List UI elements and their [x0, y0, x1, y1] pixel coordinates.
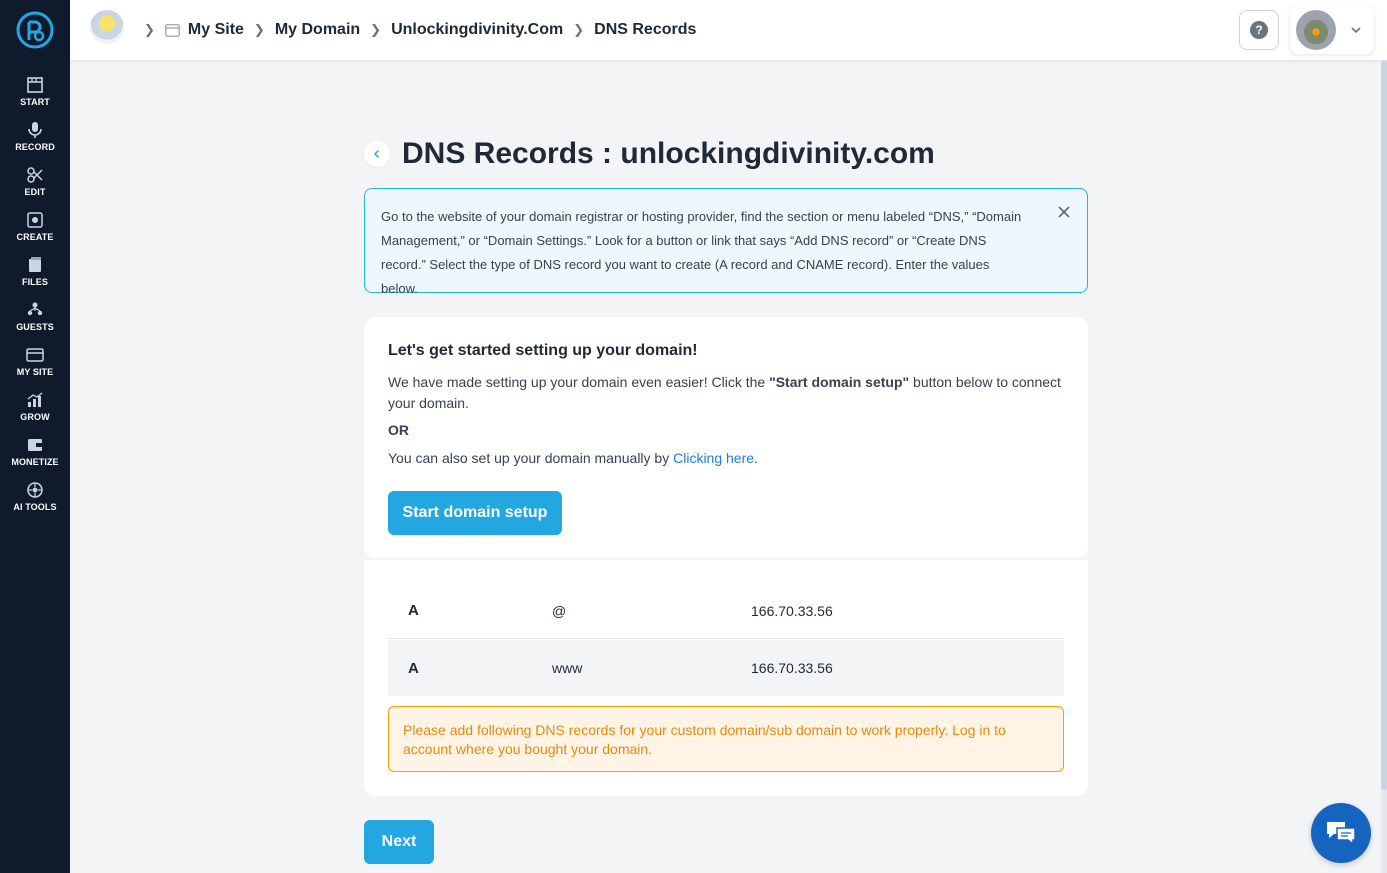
chevron-right-icon: ❯: [573, 22, 585, 37]
back-button[interactable]: [364, 141, 390, 167]
help-button[interactable]: ?: [1239, 10, 1279, 50]
manual-end: .: [754, 450, 758, 466]
table-row: A @ 166.70.33.56: [388, 583, 1064, 639]
chevron-right-icon: ❯: [144, 22, 155, 37]
table-row: A www 166.70.33.56: [388, 640, 1064, 696]
sidebar-item-guests[interactable]: GUESTS: [0, 301, 70, 341]
sidebar-item-my-site[interactable]: MY SITE: [0, 346, 70, 386]
sidebar-item-label: FILES: [21, 277, 48, 287]
or-label: OR: [388, 422, 409, 438]
sidebar-item-label: EDIT: [24, 187, 46, 197]
sidebar-item-monetize[interactable]: MONETIZE: [0, 436, 70, 476]
start-icon: [27, 77, 43, 93]
help-icon: ?: [1250, 21, 1268, 39]
profile-menu[interactable]: [1290, 6, 1374, 54]
close-icon[interactable]: [1055, 203, 1073, 221]
info-text: Go to the website of your domain registr…: [381, 209, 1022, 296]
manual-setup-text: You can also set up your domain manually…: [388, 450, 1064, 466]
start-domain-setup-button[interactable]: Start domain setup: [388, 491, 562, 535]
app-logo-icon[interactable]: [15, 10, 55, 50]
chat-button[interactable]: [1311, 803, 1371, 863]
sidebar-item-ai-tools[interactable]: AI TOOLS: [0, 481, 70, 521]
sidebar-item-label: AI TOOLS: [13, 502, 57, 512]
record-host: @: [552, 602, 567, 619]
files-icon: [29, 257, 41, 272]
sidebar-item-label: RECORD: [15, 142, 55, 152]
chat-icon: [1327, 822, 1356, 846]
manual-text: You can also set up your domain manually…: [388, 450, 674, 466]
domain-setup-card: Let's get started setting up your domain…: [364, 317, 1088, 558]
setup-text-bold: "Start domain setup": [769, 374, 910, 390]
setup-text-before: We have made setting up your domain even…: [388, 374, 770, 390]
clicking-here-link[interactable]: Clicking here: [673, 450, 754, 466]
breadcrumb: ❯ My Site ❯ My Domain ❯ Unlockingdivinit…: [134, 18, 696, 42]
site-logo[interactable]: [90, 10, 124, 44]
setup-title: Let's get started setting up your domain…: [388, 342, 698, 359]
grow-icon: [27, 392, 43, 407]
edit-icon: [27, 167, 43, 183]
chevron-right-icon: ❯: [253, 22, 265, 37]
sidebar: START RECORD EDIT CREATE FILES GUESTS MY…: [0, 0, 70, 873]
record-host: www: [552, 660, 583, 676]
create-icon: [27, 212, 43, 228]
page-header: DNS Records : unlockingdivinity.com: [364, 136, 935, 172]
sidebar-item-grow[interactable]: GROW: [0, 391, 70, 431]
breadcrumb-my-domain[interactable]: My Domain: [275, 21, 360, 39]
chevron-left-icon: [373, 149, 380, 159]
breadcrumb-dns-records: DNS Records: [594, 21, 697, 38]
breadcrumb-domain[interactable]: Unlockingdivinity.Com: [391, 21, 563, 39]
next-button[interactable]: Next: [364, 820, 434, 864]
setup-description: We have made setting up your domain even…: [388, 372, 1064, 414]
guests-icon: [27, 302, 43, 316]
avatar: [1296, 10, 1336, 50]
sidebar-item-record[interactable]: RECORD: [0, 121, 70, 161]
sidebar-item-create[interactable]: CREATE: [0, 211, 70, 251]
sidebar-item-label: CREATE: [16, 232, 54, 242]
record-value: 166.70.33.56: [751, 602, 833, 619]
sidebar-item-label: MONETIZE: [11, 457, 59, 467]
site-icon: [165, 23, 180, 37]
info-alert: Go to the website of your domain registr…: [364, 188, 1088, 296]
record-type: A: [408, 602, 419, 619]
sidebar-item-label: GROW: [20, 412, 50, 422]
sidebar-item-files[interactable]: FILES: [0, 256, 70, 296]
dns-records-card: A @ 166.70.33.56 A www 166.70.33.56 Plea…: [364, 560, 1088, 796]
site-icon: [26, 348, 44, 362]
sidebar-item-label: MY SITE: [16, 367, 54, 377]
microphone-icon: [28, 122, 42, 138]
warning-alert: Please add following DNS records for you…: [388, 706, 1064, 772]
ai-tools-icon: [27, 482, 43, 498]
scrollbar-thumb[interactable]: [1381, 60, 1387, 790]
page-title: DNS Records : unlockingdivinity.com: [402, 137, 935, 170]
top-bar: ❯ My Site ❯ My Domain ❯ Unlockingdivinit…: [70, 0, 1387, 60]
sidebar-item-start[interactable]: START: [0, 76, 70, 116]
monetize-icon: [28, 439, 42, 451]
chevron-down-icon: [1351, 27, 1361, 34]
record-value: 166.70.33.56: [751, 660, 833, 676]
chevron-right-icon: ❯: [370, 22, 382, 37]
sidebar-item-label: GUESTS: [16, 322, 54, 332]
record-type: A: [408, 659, 419, 677]
breadcrumb-my-site[interactable]: My Site: [188, 21, 244, 39]
sidebar-item-edit[interactable]: EDIT: [0, 166, 70, 206]
sidebar-item-label: START: [20, 97, 50, 107]
